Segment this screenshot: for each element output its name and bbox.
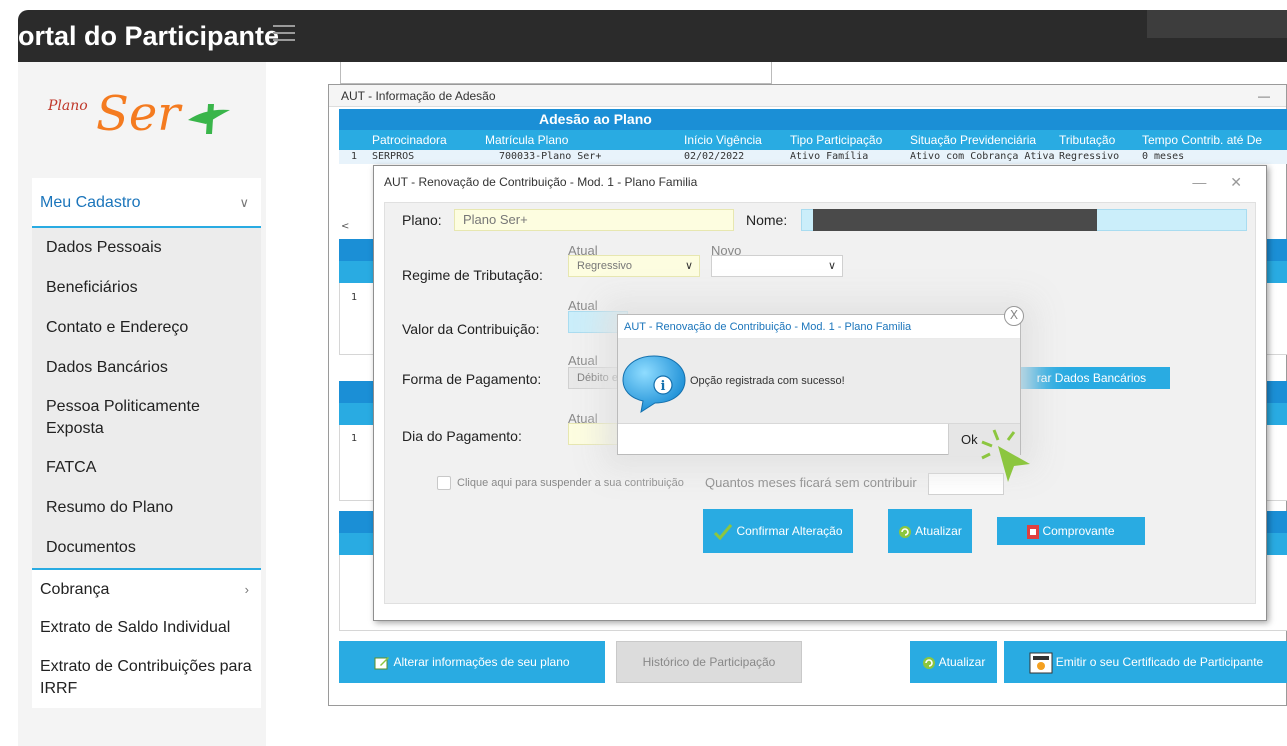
column-header[interactable]: Matrícula Plano — [485, 133, 568, 147]
row-number: 1 — [351, 292, 358, 303]
sidebar-section-meu-cadastro[interactable]: Meu Cadastro ∨ — [32, 178, 261, 228]
confirmar-alteracao-button[interactable]: Confirmar Alteração — [703, 509, 853, 553]
suspender-checkbox[interactable] — [437, 476, 451, 490]
sidebar-item-beneficiarios[interactable]: Beneficiários — [32, 268, 261, 308]
alert-close-icon[interactable]: X — [1004, 306, 1024, 326]
table-cell: 1 — [351, 151, 358, 162]
chevron-down-icon: ∨ — [239, 195, 249, 210]
historico-participacao-button[interactable]: Histórico de Participação — [616, 641, 802, 683]
table-cell: 0 meses — [1142, 151, 1185, 162]
chevron-right-icon: › — [244, 582, 249, 597]
suspender-label: Clique aqui para suspender a sua contrib… — [457, 477, 684, 489]
alterar-informacoes-button[interactable]: Alterar informações de seu plano — [339, 641, 605, 683]
sidebar-item-dados-pessoais[interactable]: Dados Pessoais — [32, 228, 261, 268]
row-number: 1 — [351, 433, 358, 444]
table-cell: 700033-Plano Ser+ — [499, 151, 602, 162]
column-header[interactable]: Situação Previdenciária — [910, 133, 1036, 147]
table-header: Patrocinadora Matrícula Plano Início Vig… — [339, 130, 1287, 150]
sidebar-item-extrato-saldo[interactable]: Extrato de Saldo Individual — [32, 608, 261, 648]
checkmark-icon — [714, 523, 733, 541]
minimize-icon[interactable]: — — [1258, 85, 1270, 107]
plano-ser-logo[interactable]: Plano Ser — [38, 78, 248, 148]
sidebar-menu: Meu Cadastro ∨ Dados Pessoais Beneficiár… — [32, 178, 261, 708]
regime-tributacao-label: Regime de Tributação: — [402, 267, 543, 283]
alert-title: AUT - Renovação de Contribuição - Mod. 1… — [618, 315, 1020, 339]
table-cell: SERPROS — [372, 151, 415, 162]
svg-text:Ser: Ser — [96, 86, 183, 142]
certificate-icon — [1029, 652, 1053, 674]
edit-icon — [374, 656, 390, 670]
sidebar-item-contato-endereco[interactable]: Contato e Endereço — [32, 308, 261, 348]
dialog-titlebar: AUT - Renovação de Contribuição - Mod. 1… — [374, 166, 1266, 198]
svg-text:Plano: Plano — [47, 98, 88, 114]
table-cell: Ativo Família — [790, 151, 869, 162]
column-header[interactable]: Tempo Contrib. até De — [1142, 133, 1262, 147]
hamburger-menu-icon[interactable] — [273, 25, 295, 43]
alert-message: Opção registrada com sucesso! — [690, 375, 845, 387]
refresh-icon — [922, 656, 935, 669]
column-header[interactable]: Tipo Participação — [790, 133, 882, 147]
sidebar-item-extrato-contribuicoes[interactable]: Extrato de Contribuições para IRRF — [32, 648, 261, 708]
svg-text:i: i — [661, 379, 666, 394]
nome-label: Nome: — [746, 212, 788, 228]
sidebar-item-dados-bancarios[interactable]: Dados Bancários — [32, 348, 261, 388]
mouse-cursor-click-icon — [981, 429, 1030, 482]
adesao-header: Adesão ao Plano — [339, 109, 1287, 130]
forma-pagamento-label: Forma de Pagamento: — [402, 371, 542, 387]
sidebar-item-cobranca[interactable]: Cobrança › — [32, 568, 261, 608]
user-area[interactable] — [1147, 10, 1287, 38]
table-cell: Regressivo — [1059, 151, 1120, 162]
valor-contribuicao-label: Valor da Contribuição: — [402, 321, 540, 337]
atual-label: Atual — [568, 353, 598, 368]
column-header[interactable]: Patrocinadora — [372, 133, 447, 147]
emitir-certificado-button[interactable]: Emitir o seu Certificado de Participante — [1004, 641, 1287, 683]
refresh-icon — [899, 525, 912, 538]
top-navbar: ortal do Participante — [18, 10, 1287, 62]
table-row[interactable]: 1 SERPROS 700033-Plano Ser+ 02/02/2022 A… — [339, 150, 1287, 164]
sidebar-item-pessoa-politicamente-exposta[interactable]: Pessoa Politicamente Exposta — [32, 388, 261, 448]
app-title: ortal do Participante — [18, 21, 280, 51]
window-title: AUT - Informação de Adesão — [341, 89, 496, 103]
sidebar-item-fatca[interactable]: FATCA — [32, 448, 261, 488]
comprovante-button[interactable]: Comprovante — [997, 517, 1145, 545]
column-header[interactable]: Início Vigência — [684, 133, 762, 147]
scroll-left-arrow[interactable]: < — [341, 221, 349, 232]
plano-field[interactable]: Plano Ser+ — [454, 209, 734, 231]
plano-label: Plano: — [402, 212, 442, 228]
table-cell: 02/02/2022 — [684, 151, 745, 162]
alert-footer: Ok — [618, 423, 1020, 455]
dialog-window-controls[interactable]: — ✕ — [1192, 166, 1252, 198]
regime-novo-select[interactable]: ∨ — [711, 255, 843, 277]
chevron-down-icon: ∨ — [827, 260, 836, 272]
redacted-name — [813, 209, 1097, 231]
sidebar-item-label: Cobrança — [40, 581, 110, 598]
dialog-title: AUT - Renovação de Contribuição - Mod. 1… — [384, 175, 698, 189]
background-panel-tab — [340, 62, 772, 84]
sidebar: Plano Ser Meu Cadastro ∨ Dados Pessoais … — [18, 62, 266, 746]
regime-atual-select[interactable]: Regressivo ∨ — [568, 255, 700, 277]
table-cell: Ativo com Cobrança Ativa — [910, 151, 1055, 162]
meses-label: Quantos meses ficará sem contribuir — [705, 475, 917, 490]
sidebar-section-label: Meu Cadastro — [40, 194, 141, 211]
window-titlebar: AUT - Informação de Adesão — — [329, 85, 1286, 107]
pdf-icon — [1027, 524, 1040, 539]
atualizar-button[interactable]: Atualizar — [910, 641, 997, 683]
dia-pagamento-label: Dia do Pagamento: — [402, 428, 522, 444]
alterar-dados-bancarios-button[interactable]: rar Dados Bancários — [1013, 367, 1170, 389]
info-bubble-icon: i — [622, 355, 686, 414]
sidebar-item-documentos[interactable]: Documentos — [32, 528, 261, 568]
column-header[interactable]: Tributação — [1059, 133, 1115, 147]
atualizar-button[interactable]: Atualizar — [888, 509, 972, 553]
chevron-down-icon: ∨ — [684, 260, 693, 272]
sidebar-item-resumo-plano[interactable]: Resumo do Plano — [32, 488, 261, 528]
